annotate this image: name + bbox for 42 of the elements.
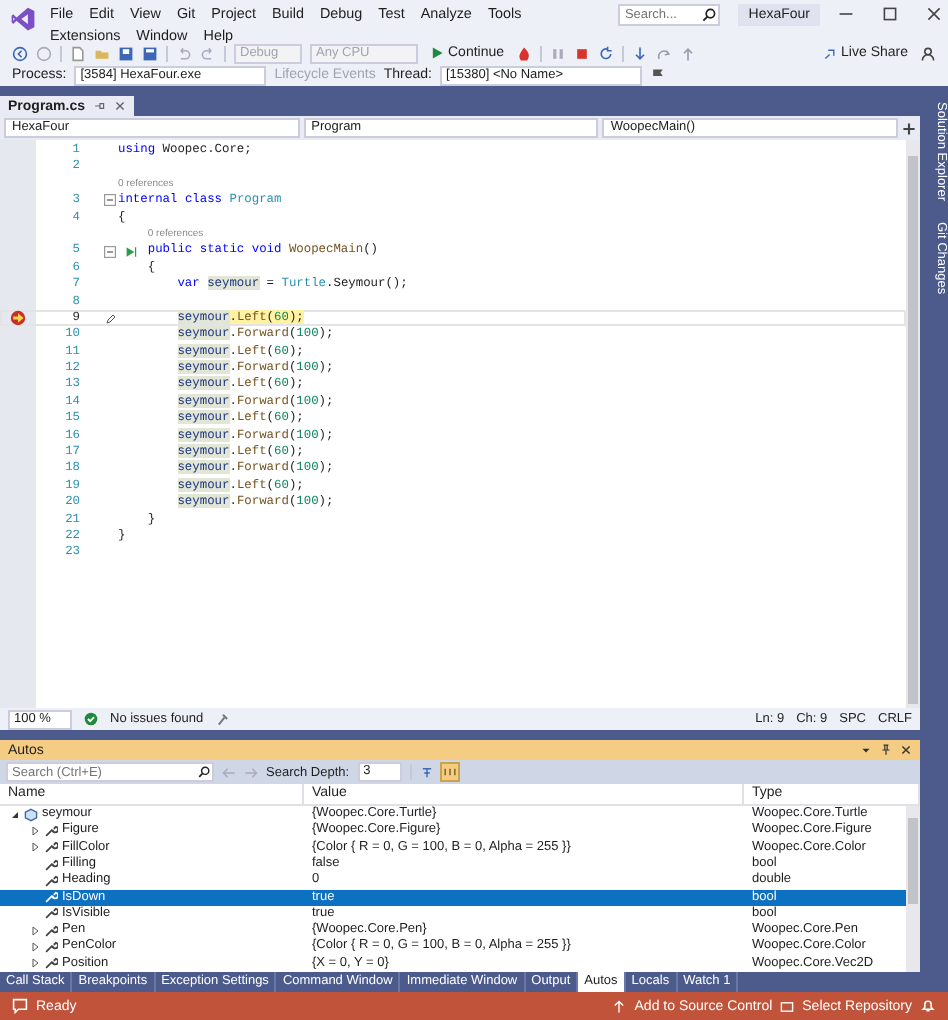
- search-icon: [198, 766, 210, 779]
- save-icon[interactable]: [118, 45, 134, 61]
- expanded-arrow-icon[interactable]: [9, 809, 19, 820]
- collapsed-arrow-icon[interactable]: [29, 925, 39, 936]
- pencil-icon[interactable]: [106, 313, 116, 324]
- speech-bubble-icon: [12, 998, 28, 1014]
- collapsed-arrow-icon[interactable]: [29, 825, 39, 836]
- run-marker-icon[interactable]: [126, 245, 138, 258]
- search-icon: [702, 8, 717, 22]
- back-icon[interactable]: [12, 45, 28, 61]
- repository-icon: [780, 999, 795, 1013]
- app-logo-icon: [10, 6, 36, 32]
- up-arrow-icon: [612, 999, 627, 1013]
- bell-icon[interactable]: [920, 998, 936, 1014]
- dropdown-icon[interactable]: [860, 744, 872, 757]
- collapse-icon[interactable]: [104, 194, 116, 207]
- step-into-icon[interactable]: [632, 45, 649, 61]
- maximize-icon[interactable]: [882, 6, 898, 22]
- stop-icon[interactable]: [574, 45, 591, 61]
- close-icon[interactable]: [926, 6, 942, 22]
- object-icon: [24, 807, 38, 822]
- person-icon[interactable]: [920, 45, 936, 61]
- plus-icon[interactable]: [902, 121, 917, 135]
- collapse-icon[interactable]: [104, 245, 116, 258]
- scrollbar[interactable]: [906, 806, 920, 972]
- restart-icon[interactable]: [598, 45, 615, 61]
- new-file-icon[interactable]: [70, 45, 86, 61]
- play-icon: [430, 46, 444, 60]
- collapsed-arrow-icon[interactable]: [29, 942, 39, 953]
- scrollbar[interactable]: [906, 140, 920, 709]
- check-circle-icon: [84, 712, 98, 727]
- breakpoint-arrow-icon[interactable]: [10, 310, 26, 327]
- save-all-icon[interactable]: [142, 45, 158, 61]
- collapsed-arrow-icon[interactable]: [29, 958, 39, 969]
- close-icon[interactable]: [113, 100, 126, 112]
- close-icon[interactable]: [900, 744, 912, 757]
- hex-display-icon[interactable]: [441, 764, 458, 781]
- pin-icon[interactable]: [93, 100, 106, 112]
- step-out-icon[interactable]: [680, 45, 697, 61]
- pin-icon[interactable]: [880, 744, 892, 757]
- share-arrow-icon: [823, 46, 838, 60]
- collapsed-arrow-icon[interactable]: [29, 842, 39, 853]
